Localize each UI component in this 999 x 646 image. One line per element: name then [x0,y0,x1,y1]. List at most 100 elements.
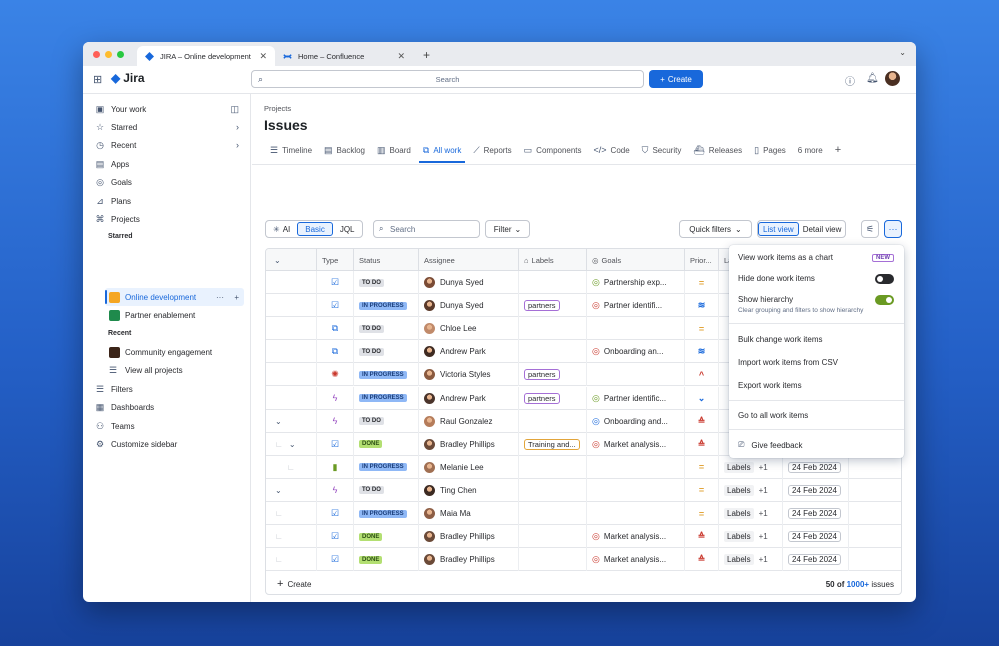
goals-cell[interactable] [587,502,685,525]
tab-security[interactable]: ⛉ Security [636,140,688,160]
priority-cell[interactable]: = [685,478,719,502]
sidebar-item-apps[interactable]: ▤ Apps [91,155,243,173]
status-badge[interactable]: IN PROGRESS [359,463,407,472]
labels-cell[interactable] [519,502,587,525]
more-actions-button[interactable]: ··· [884,220,902,238]
priority-cell[interactable]: ⌄ [685,386,719,410]
app-switcher-icon[interactable]: ⊞ [93,73,102,86]
priority-cell[interactable]: = [685,455,719,479]
tab-timeline[interactable]: ☰ Timeline [264,140,318,160]
ai-search-button[interactable]: ✳ AI [266,221,297,237]
labels-chip[interactable]: Labels [724,461,754,473]
global-search-input[interactable]: ⌕ Search [251,70,644,88]
status-badge[interactable]: IN PROGRESS [359,509,407,518]
hide-done-toggle[interactable] [875,274,894,284]
label-tag[interactable]: partners [524,392,560,404]
table-row[interactable]: ⌄ ϟ TO DO Ting Chen = Labels +1 24 Feb 2024 [266,478,901,502]
new-tab-button[interactable]: + [423,48,430,62]
tab-releases[interactable]: ⛴︎ Releases [687,140,748,160]
breadcrumb[interactable]: Projects [264,104,291,113]
priority-cell[interactable]: ≙ [685,432,719,456]
tab-code[interactable]: </> Code [588,140,636,160]
label-tag[interactable]: partners [524,300,560,312]
labels-cell[interactable] [519,548,587,572]
chevron-down-icon[interactable]: ⌄ [899,48,906,57]
add-icon[interactable]: + [234,293,239,302]
goals-cell[interactable]: ◎ Partnership exp... [587,271,685,294]
status-badge[interactable]: IN PROGRESS [359,370,407,379]
labels-2-cell[interactable]: Labels +1 [719,502,783,525]
tab-backlog[interactable]: ▤ Backlog [318,140,371,160]
assignee-cell[interactable]: Victoria Styles [419,363,519,387]
labels-cell[interactable] [519,271,587,294]
view-settings-button[interactable]: ⚟ [861,220,879,238]
maximize-window-dot[interactable] [117,51,124,58]
sidebar-item-recent[interactable]: ◷ Recent › [91,136,243,154]
date-cell[interactable]: 24 Feb 2024 [783,525,849,549]
add-tab-button[interactable]: + [829,140,847,160]
menu-item-view-chart[interactable]: View work items as a chart [738,253,833,262]
tab-all-work[interactable]: ⧉ All work [417,140,467,163]
status-badge[interactable]: IN PROGRESS [359,301,407,310]
labels-cell[interactable] [519,455,587,479]
help-icon[interactable]: ⓘ [845,73,855,88]
status-badge[interactable]: DONE [359,532,383,541]
goals-cell[interactable]: ◎ Market analysis... [587,548,685,572]
status-cell[interactable]: IN PROGRESS [354,502,419,525]
sidebar-project-community-engagement[interactable]: Community engagement [105,343,244,361]
status-cell[interactable]: TO DO [354,340,419,364]
priority-cell[interactable]: ≋ [685,294,719,318]
status-badge[interactable]: TO DO [359,347,384,356]
status-badge[interactable]: TO DO [359,324,384,333]
priority-cell[interactable]: = [685,317,719,341]
close-tab-icon[interactable]: ✕ [397,51,405,62]
assignee-cell[interactable]: Chloe Lee [419,317,519,341]
labels-2-cell[interactable]: Labels +1 [719,478,783,502]
labels-cell[interactable] [519,409,587,433]
chevron-down-icon[interactable]: ⌄ [275,417,282,426]
count-total-link[interactable]: 1000+ [847,580,869,589]
tab-pages[interactable]: ▯ Pages [748,140,792,160]
due-date[interactable]: 24 Feb 2024 [788,508,841,519]
assignee-cell[interactable]: Melanie Lee [419,455,519,479]
sidebar-item-customize[interactable]: ⚙︎ Customize sidebar [91,435,243,453]
minimize-window-dot[interactable] [105,51,112,58]
table-row[interactable]: ∟ ☑ IN PROGRESS Maia Ma = Labels +1 24 Feb 2024 [266,502,901,525]
chevron-down-icon[interactable]: ⌄ [289,440,296,449]
priority-cell[interactable]: = [685,271,719,294]
status-badge[interactable]: DONE [359,555,383,564]
labels-cell[interactable] [519,525,587,549]
basic-search-button[interactable]: Basic [297,222,333,236]
more-icon[interactable]: ··· [216,293,224,302]
goals-cell[interactable]: ◎ Onboarding an... [587,340,685,364]
jql-search-button[interactable]: JQL [333,221,362,237]
labels-chip[interactable]: Labels [724,531,754,543]
column-header-type[interactable]: Type [317,249,354,271]
goals-cell[interactable]: ◎ Onboarding and... [587,409,685,433]
status-cell[interactable]: IN PROGRESS [354,386,419,410]
status-cell[interactable]: TO DO [354,317,419,341]
status-cell[interactable]: IN PROGRESS [354,294,419,318]
assignee-cell[interactable]: Dunya Syed [419,271,519,294]
assignee-cell[interactable]: Andrew Park [419,340,519,364]
table-row[interactable]: ∟ ▮ IN PROGRESS Melanie Lee = Labels +1 24 Feb … [266,455,901,479]
date-cell[interactable]: 24 Feb 2024 [783,478,849,502]
due-date[interactable]: 24 Feb 2024 [788,461,841,473]
tab-components[interactable]: ▭ Components [518,140,588,160]
browser-tab-confluence[interactable]: Home – Confluence ✕ [275,46,413,66]
list-view-button[interactable]: List view [758,222,799,236]
status-badge[interactable]: TO DO [359,486,384,495]
labels-cell[interactable] [519,340,587,364]
create-item-button[interactable]: + Create [277,578,311,590]
goals-cell[interactable]: ◎ Partner identific... [587,386,685,410]
labels-2-cell[interactable]: Labels +1 [719,455,783,479]
priority-cell[interactable]: ≙ [685,548,719,572]
sidebar-project-partner-enablement[interactable]: Partner enablement [105,306,244,324]
labels-cell[interactable]: partners [519,294,587,318]
status-cell[interactable]: IN PROGRESS [354,363,419,387]
table-row[interactable]: ∟ ☑ DONE Bradley Phillips ◎ Market analysis..… [266,525,901,549]
status-cell[interactable]: DONE [354,548,419,572]
sidebar-item-goals[interactable]: ◎ Goals [91,173,243,191]
labels-chip[interactable]: Labels [724,508,754,519]
status-badge[interactable]: TO DO [359,417,384,426]
